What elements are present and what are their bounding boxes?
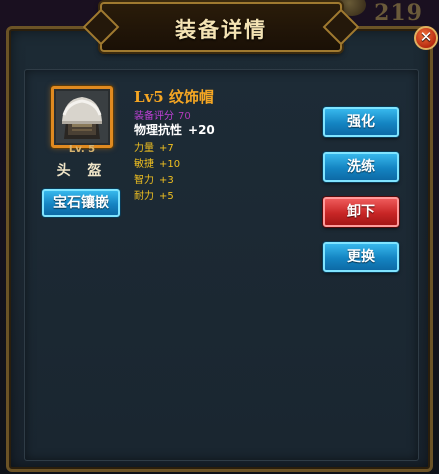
stat-label: 敏捷: [134, 159, 154, 170]
stat-row: 智力 +3: [134, 171, 174, 186]
equipment-slot[interactable]: [51, 86, 113, 148]
stat-value: +10: [159, 159, 181, 170]
close-button[interactable]: ✕: [414, 26, 438, 50]
background-stat: 219: [374, 0, 423, 26]
main-attr-value: +20: [188, 123, 215, 137]
stat-value: +3: [159, 175, 174, 186]
unequip-button[interactable]: 卸下: [323, 197, 399, 227]
replace-button[interactable]: 更换: [323, 242, 399, 272]
window-title: 装备详情: [175, 18, 267, 42]
slot-label: 头 盔: [56, 163, 108, 179]
close-icon: ✕: [419, 28, 433, 46]
gem-inlay-button[interactable]: 宝石镶嵌: [42, 189, 120, 217]
stat-row: 耐力 +5: [134, 187, 174, 202]
stat-value: +7: [159, 143, 174, 154]
refine-button[interactable]: 洗练: [323, 152, 399, 182]
stat-label: 耐力: [134, 191, 154, 202]
item-name: Lv5 纹饰帽: [134, 88, 214, 106]
stat-value: +5: [159, 191, 174, 202]
item-level-tag: Lv. 5: [68, 144, 96, 155]
stat-label: 力量: [134, 143, 154, 154]
stat-row: 敏捷 +10: [134, 155, 180, 170]
stat-label: 智力: [134, 175, 154, 186]
helmet-icon: [56, 91, 108, 143]
main-attr-label: 物理抗性: [134, 123, 183, 137]
enhance-button[interactable]: 强化: [323, 107, 399, 137]
item-score: 装备评分 70: [134, 107, 191, 122]
main-attribute: 物理抗性 +20: [134, 121, 215, 138]
title-plaque: 装备详情: [100, 2, 342, 52]
stat-row: 力量 +7: [134, 139, 174, 154]
